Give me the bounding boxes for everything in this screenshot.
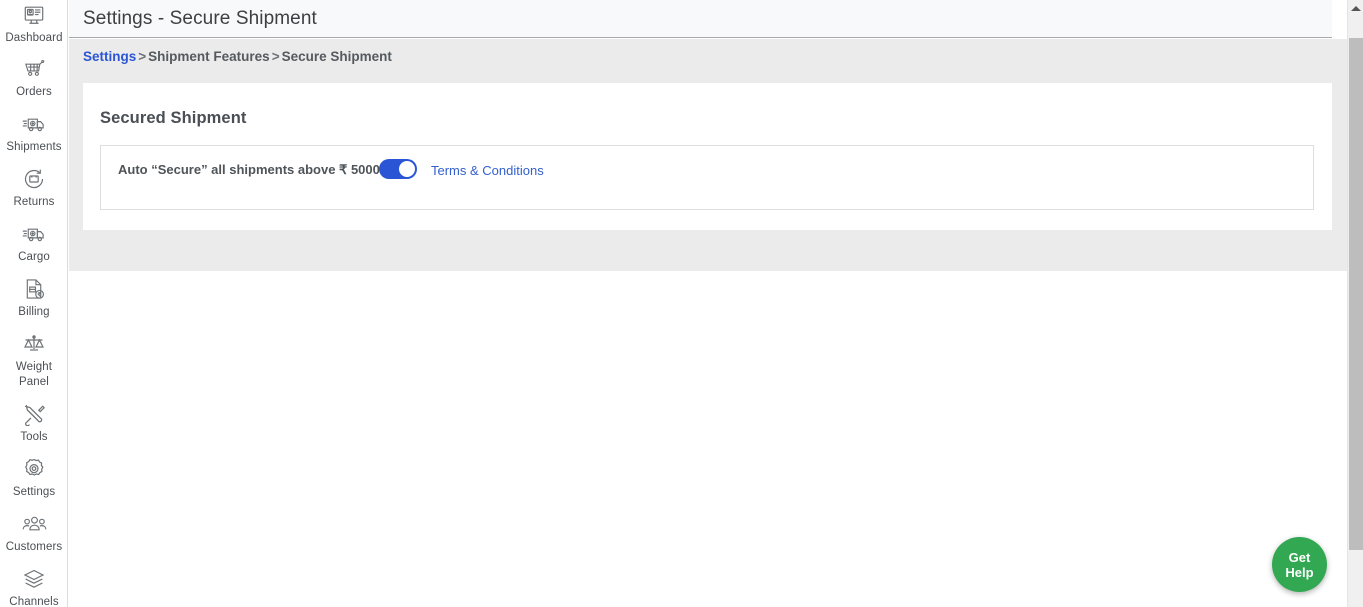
vertical-scrollbar[interactable] [1347,0,1363,607]
sidebar-item-label: Shipments [6,141,62,153]
terms-and-conditions-link[interactable]: Terms & Conditions [431,163,544,178]
breadcrumb-separator: > [271,49,280,64]
breadcrumb-level-secure-shipment: Secure Shipment [281,49,392,64]
scales-icon [21,331,47,357]
toggle-knob [399,161,415,177]
sidebar-item-customers[interactable]: Customers [0,500,67,555]
breadcrumb: Settings > Shipment Features > Secure Shipme… [83,49,392,64]
return-box-icon [21,166,47,192]
tools-icon [21,401,47,427]
auto-secure-toggle[interactable] [379,159,417,179]
dashboard-icon [21,2,47,28]
sidebar-item-orders[interactable]: Orders [0,46,67,100]
sidebar-item-shipments[interactable]: Shipments [0,100,67,155]
get-help-label-line1: Get [1288,549,1311,565]
breadcrumb-link-settings[interactable]: Settings [83,49,136,64]
sidebar-item-tools[interactable]: Tools [0,390,67,445]
sidebar-item-dashboard[interactable]: Dashboard [0,0,67,46]
app-root: Dashboard Orders Shipments Returns Cargo… [0,0,1363,607]
secured-shipment-card: Secured Shipment Auto “Secure” all shipm… [83,83,1333,230]
page-body: Settings > Shipment Features > Secure Shipme… [69,39,1348,271]
sidebar-item-label: Settings [12,486,56,498]
sidebar-item-weight-panel[interactable]: Weight Panel [0,320,67,390]
sidebar-item-billing[interactable]: Billing [0,265,67,320]
get-help-button[interactable]: Get Help [1272,537,1327,592]
sidebar-item-label: Returns [13,196,55,208]
sidebar-item-settings[interactable]: Settings [0,445,67,500]
sidebar-item-cargo[interactable]: Cargo [0,210,67,265]
truck-icon [21,111,47,137]
scroll-up-arrow-icon[interactable] [1351,6,1361,11]
sidebar-item-label: Cargo [18,251,50,263]
sidebar: Dashboard Orders Shipments Returns Cargo… [0,0,68,607]
gear-icon [21,456,47,482]
people-icon [21,511,47,537]
sidebar-item-label: Orders [16,86,52,98]
setting-row-auto-secure: Auto “Secure” all shipments above ₹ 5000… [100,145,1314,210]
sidebar-item-channels[interactable]: Channels [0,555,67,607]
breadcrumb-level-shipment-features: Shipment Features [148,49,270,64]
layers-icon [21,566,47,592]
breadcrumb-separator: > [138,49,147,64]
invoice-rupee-icon [21,276,47,302]
title-bar: Settings - Secure Shipment [69,0,1348,38]
cart-icon [21,56,47,82]
sidebar-item-label: Weight Panel [15,361,53,388]
sidebar-item-returns[interactable]: Returns [0,155,67,210]
get-help-label-line2: Help [1285,564,1314,580]
sidebar-item-label: Dashboard [5,32,63,44]
right-gutter-body [1332,39,1347,271]
sidebar-item-label: Tools [20,431,48,443]
sidebar-item-label: Channels [9,596,59,607]
truck-icon [21,221,47,247]
sidebar-item-label: Billing [18,306,50,318]
sidebar-item-label: Customers [5,541,63,553]
scrollbar-thumb[interactable] [1349,38,1363,550]
right-gutter [1332,0,1347,607]
setting-label: Auto “Secure” all shipments above ₹ 5000 [118,162,380,177]
page-title: Settings - Secure Shipment [83,8,317,29]
card-title: Secured Shipment [100,109,247,127]
